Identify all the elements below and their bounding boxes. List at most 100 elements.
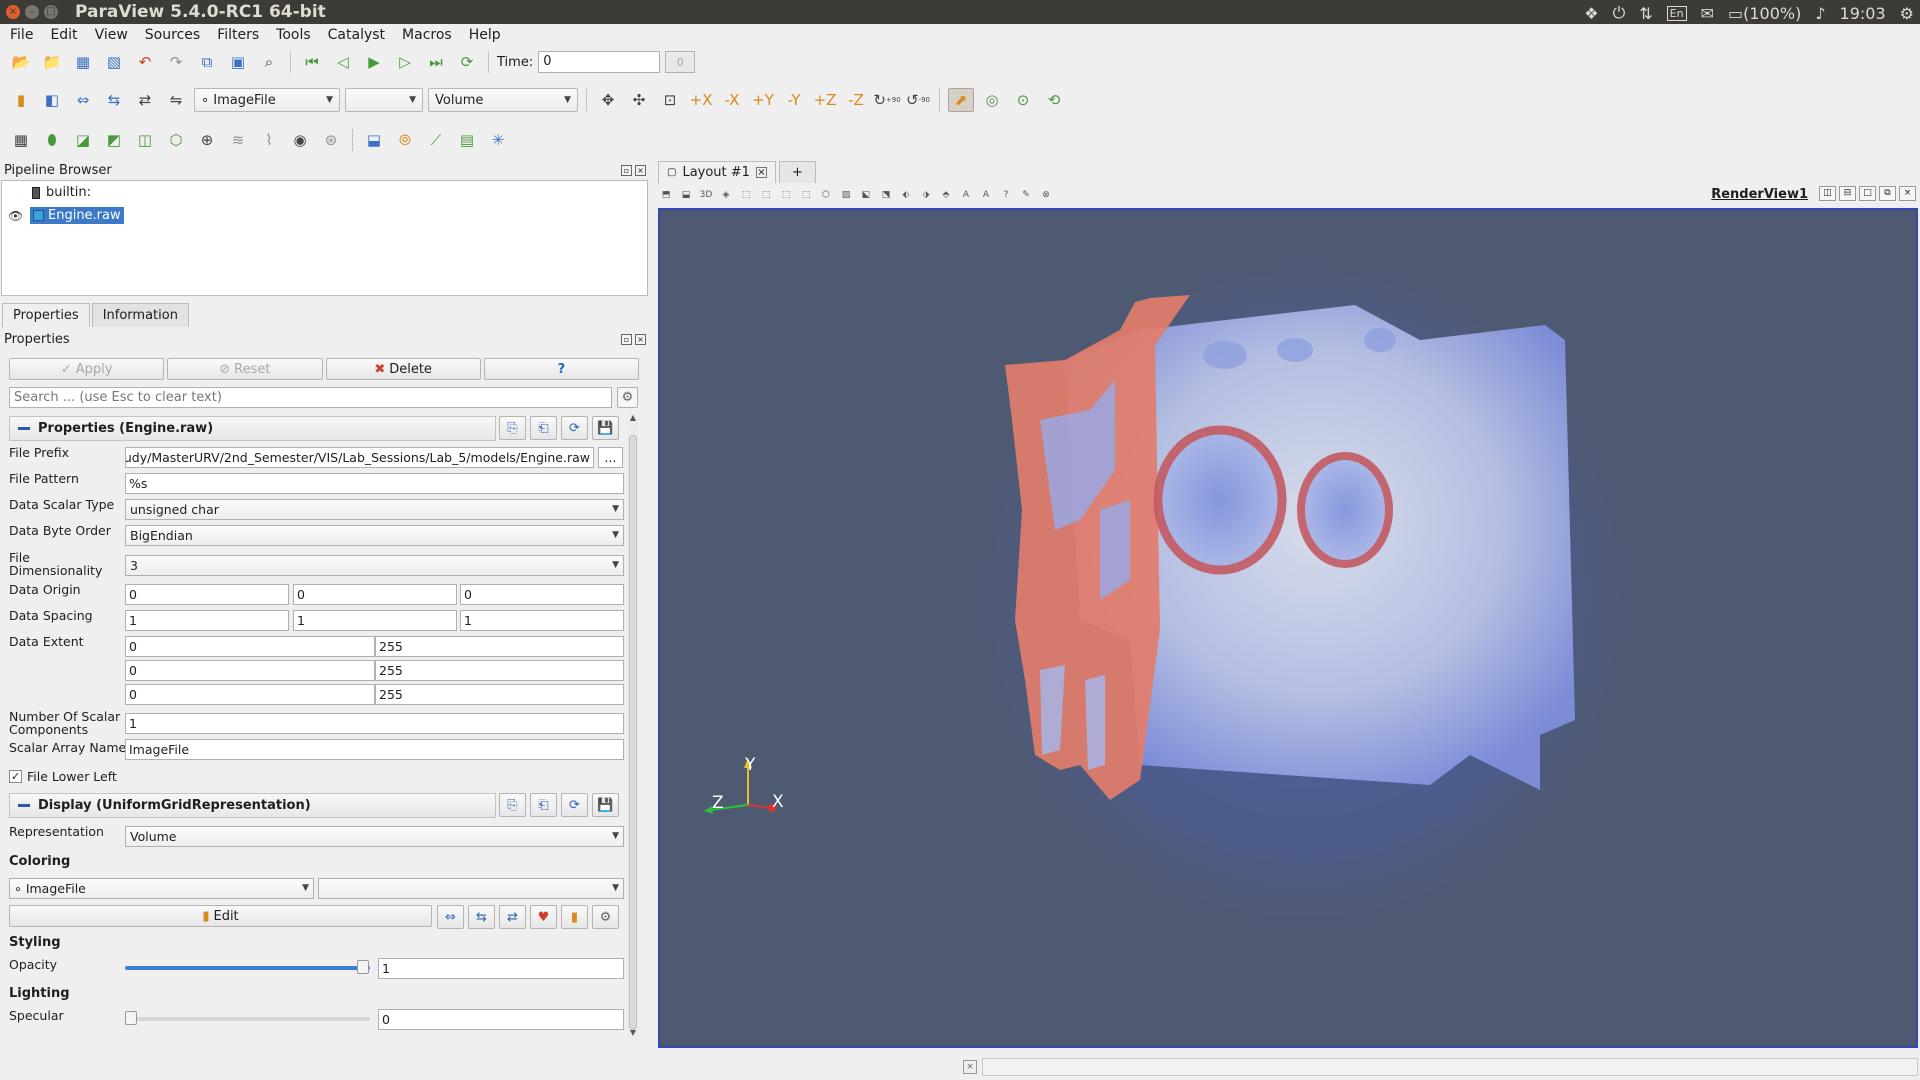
- view-minus-z-icon[interactable]: -Z: [843, 88, 869, 112]
- data-origin-x-input[interactable]: 0: [125, 584, 289, 605]
- undock-icon[interactable]: ▫: [621, 333, 632, 345]
- reset-button[interactable]: ⊘ Reset: [167, 358, 323, 380]
- reset-camera-icon[interactable]: ✥: [595, 88, 621, 112]
- redo-icon[interactable]: ↷: [163, 50, 189, 74]
- last-frame-icon[interactable]: ⏭: [423, 50, 449, 74]
- capture-icon[interactable]: ⬒: [658, 188, 674, 202]
- load-state-icon[interactable]: 📁: [39, 50, 65, 74]
- menu-sources[interactable]: Sources: [143, 27, 202, 43]
- extract-subset-icon[interactable]: ⬡: [163, 128, 189, 152]
- battery-icon[interactable]: ▭(100%): [1728, 4, 1801, 23]
- browse-button[interactable]: ...: [598, 447, 623, 468]
- data-origin-z-input[interactable]: 0: [460, 584, 624, 605]
- power-icon[interactable]: ⏻: [1613, 3, 1626, 23]
- time-index-spinbox[interactable]: 0: [665, 51, 696, 73]
- coloring-array-select[interactable]: ∘ ImageFile ▼: [194, 88, 340, 112]
- center-of-rotation-icon[interactable]: ◎: [979, 88, 1005, 112]
- next-frame-icon[interactable]: ▷: [392, 50, 418, 74]
- data-extent-x-min-input[interactable]: 0: [125, 636, 375, 657]
- previous-frame-icon[interactable]: ◁: [330, 50, 356, 74]
- file-prefix-input[interactable]: /Study/MasterURV/2nd_Semester/VIS/Lab_Se…: [125, 447, 594, 468]
- hover-points-icon[interactable]: ?: [998, 188, 1014, 202]
- save-screenshot-icon[interactable]: ▣: [225, 50, 251, 74]
- color-legend-icon[interactable]: ▮: [561, 905, 588, 929]
- eye-visibility-icon[interactable]: 👁: [8, 209, 24, 223]
- menu-macros[interactable]: Macros: [400, 27, 454, 43]
- color-map-editor-icon[interactable]: ◧: [39, 88, 65, 112]
- split-horizontal-icon[interactable]: ◫: [1819, 186, 1836, 201]
- data-spacing-z-input[interactable]: 1: [460, 610, 624, 631]
- interact-select-icon[interactable]: ⬈: [948, 88, 974, 112]
- data-scalar-type-select[interactable]: unsigned char ▼: [125, 499, 624, 520]
- scrollbar-thumb[interactable]: [629, 435, 637, 1029]
- group-datasets-icon[interactable]: ◉: [287, 128, 313, 152]
- advanced-properties-gear-icon[interactable]: ⚙: [617, 387, 638, 408]
- specular-slider-handle[interactable]: [125, 1011, 137, 1025]
- data-extent-x-max-input[interactable]: 255: [375, 636, 624, 657]
- tab-information[interactable]: Information: [91, 303, 189, 327]
- reset-center-icon[interactable]: ⟲: [1041, 88, 1067, 112]
- opacity-slider-handle[interactable]: [357, 960, 369, 974]
- pipeline-item-engine[interactable]: 👁 Engine.raw: [8, 207, 124, 224]
- apply-button[interactable]: ✓ Apply: [9, 358, 165, 380]
- shrink-selection-icon[interactable]: ⬗: [918, 188, 934, 202]
- section-properties-header[interactable]: Properties (Engine.raw): [9, 416, 496, 441]
- view-minus-y-icon[interactable]: -Y: [781, 88, 807, 112]
- save-icon[interactable]: 💾: [592, 793, 619, 817]
- restore-icon[interactable]: ⧉: [1879, 186, 1896, 201]
- tab-properties[interactable]: Properties: [2, 303, 90, 327]
- settings-gear-icon[interactable]: ⚙: [1900, 4, 1914, 23]
- close-tab-icon[interactable]: ×: [755, 167, 767, 178]
- refresh-icon[interactable]: ⟳: [561, 416, 588, 440]
- menu-catalyst[interactable]: Catalyst: [326, 27, 387, 43]
- data-extent-z-min-input[interactable]: 0: [125, 684, 375, 705]
- network-icon[interactable]: ⇅: [1639, 4, 1652, 23]
- rescale-temporal-icon[interactable]: ⇄: [499, 905, 526, 929]
- warp-vector-icon[interactable]: ⌇: [256, 128, 282, 152]
- representation-toolbar-select[interactable]: Volume ▼: [428, 88, 578, 112]
- clock[interactable]: 19:03: [1840, 4, 1886, 23]
- mail-icon[interactable]: ✉: [1701, 4, 1714, 23]
- clear-selection-icon[interactable]: ⬘: [938, 188, 954, 202]
- rescale-temporal-icon[interactable]: ⇄: [132, 88, 158, 112]
- extract-selection-icon[interactable]: ⬓: [361, 128, 387, 152]
- paste-icon[interactable]: ⎗: [530, 793, 557, 817]
- view-plus-z-icon[interactable]: +Z: [812, 88, 838, 112]
- view-3d-toggle[interactable]: 3D: [698, 188, 714, 202]
- pipeline-browser[interactable]: builtin: 👁 Engine.raw: [1, 180, 648, 296]
- file-lower-left-row[interactable]: ✓ File Lower Left: [9, 770, 117, 783]
- close-icon[interactable]: ×: [635, 333, 646, 345]
- edit-label-icon[interactable]: ✎: [1018, 188, 1034, 202]
- grow-selection-icon[interactable]: ⬖: [898, 188, 914, 202]
- edit-colormap-button[interactable]: ▮ Edit: [9, 905, 432, 927]
- section-display-header[interactable]: Display (UniformGridRepresentation): [9, 793, 496, 818]
- menu-filters[interactable]: Filters: [215, 27, 261, 43]
- opacity-input[interactable]: 1: [378, 958, 624, 979]
- window-minimize-button[interactable]: –: [25, 5, 39, 19]
- copy-icon[interactable]: ⎘: [499, 793, 526, 817]
- glyph-icon[interactable]: ⊕: [194, 128, 220, 152]
- help-button[interactable]: ?: [483, 358, 639, 380]
- rescale-range-icon[interactable]: ⇔: [70, 88, 96, 112]
- status-close-icon[interactable]: ×: [963, 1060, 977, 1074]
- color-settings-icon[interactable]: ⚙: [592, 905, 619, 929]
- maximize-icon[interactable]: □: [1859, 186, 1876, 201]
- undock-icon[interactable]: ▫: [621, 164, 632, 176]
- select-cells-on-icon[interactable]: ⬚: [738, 188, 754, 202]
- dropbox-icon[interactable]: ❖: [1584, 4, 1598, 23]
- hover-cells-icon[interactable]: ⬔: [878, 188, 894, 202]
- first-frame-icon[interactable]: ⏮: [299, 50, 325, 74]
- opacity-slider[interactable]: [125, 966, 370, 970]
- data-byte-order-select[interactable]: BigEndian ▼: [125, 525, 624, 546]
- rescale-range-icon[interactable]: ⇔: [437, 905, 464, 929]
- component-select[interactable]: ▼: [345, 88, 423, 112]
- pipeline-item-builtin[interactable]: builtin:: [32, 185, 91, 200]
- menu-view[interactable]: View: [93, 27, 130, 43]
- select-polygon-icon[interactable]: ⬡: [818, 188, 834, 202]
- select-cells-through-icon[interactable]: ⬚: [778, 188, 794, 202]
- calculator-icon[interactable]: ▦: [8, 128, 34, 152]
- hide-labels-icon[interactable]: A: [978, 188, 994, 202]
- data-extent-y-max-input[interactable]: 255: [375, 660, 624, 681]
- select-points-through-icon[interactable]: ⬚: [798, 188, 814, 202]
- num-scalar-components-input[interactable]: 1: [125, 713, 624, 734]
